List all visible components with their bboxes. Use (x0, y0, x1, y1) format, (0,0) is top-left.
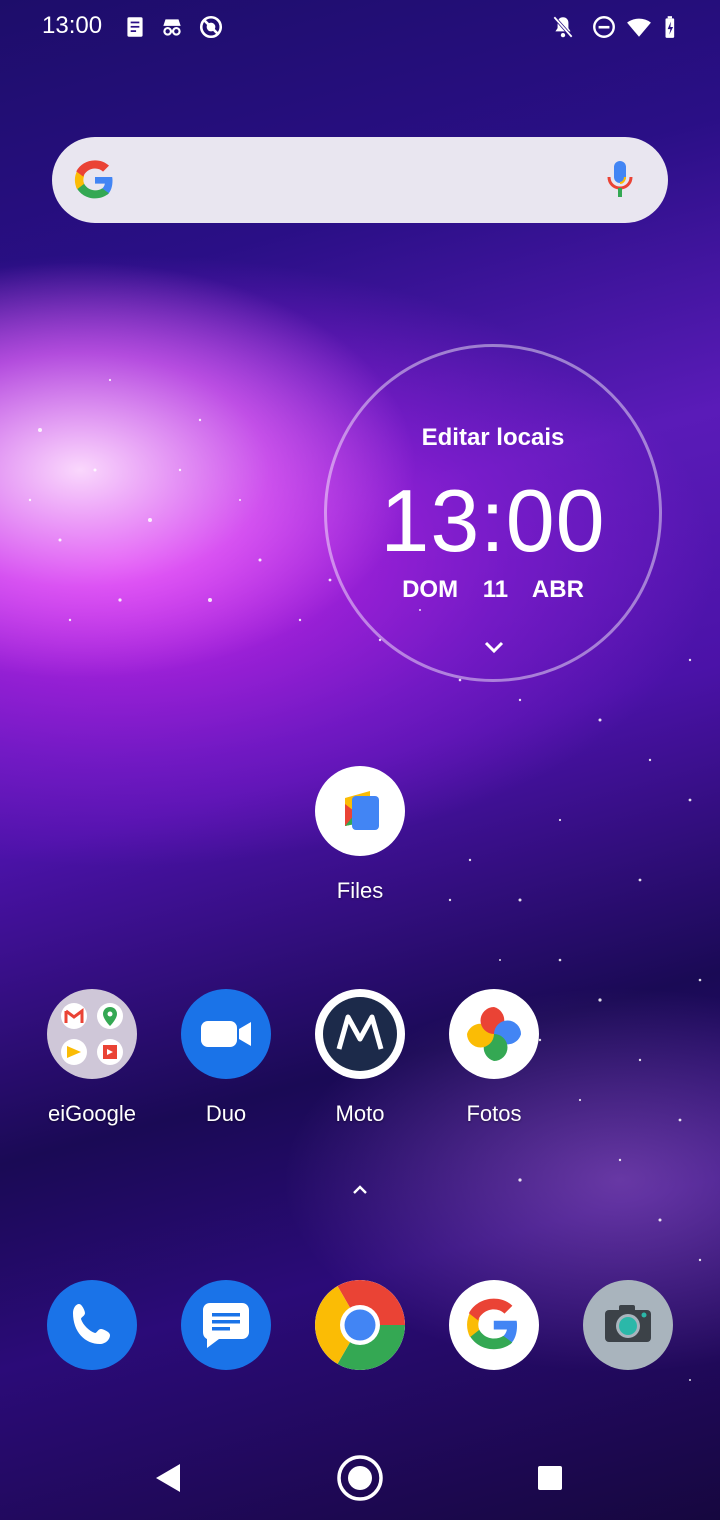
app-label: eiGoogle (47, 1101, 137, 1126)
app-folder-eigoogle[interactable]: eiGoogle (27, 989, 157, 1127)
incognito-icon (163, 19, 181, 36)
app-label: Files (336, 878, 384, 903)
phone-icon[interactable] (47, 1280, 137, 1370)
app-label: Duo (205, 1101, 247, 1126)
chevron-up-icon[interactable] (350, 1182, 370, 1196)
recents-icon[interactable] (537, 1465, 563, 1491)
app-label: Moto (335, 1101, 385, 1126)
no-location-icon (199, 15, 223, 39)
app-fotos[interactable]: Fotos (429, 989, 559, 1127)
status-bar: 13:00 (0, 0, 720, 56)
notepad-icon (127, 17, 143, 37)
folder-icon (47, 989, 137, 1079)
back-icon[interactable] (152, 1462, 182, 1494)
google-icon[interactable] (449, 1280, 539, 1370)
battery-charging-icon (665, 16, 675, 38)
motorola-icon (315, 989, 405, 1079)
app-label: Fotos (466, 1101, 522, 1126)
files-icon (315, 766, 405, 856)
photos-icon (449, 989, 539, 1079)
clock-date: DOM 11 ABR (402, 576, 584, 603)
notifications-off-icon (553, 16, 573, 38)
google-search-bar[interactable] (52, 137, 668, 223)
wifi-icon (627, 18, 651, 37)
clock-location[interactable]: Editar locais (324, 424, 662, 452)
clock-time: 13:00 (380, 471, 606, 570)
camera-icon[interactable] (583, 1280, 673, 1370)
messages-icon[interactable] (181, 1280, 271, 1370)
google-g-icon (74, 160, 113, 199)
home-icon[interactable] (336, 1454, 384, 1502)
status-time: 13:00 (42, 12, 103, 39)
chevron-down-icon[interactable] (484, 640, 504, 654)
duo-icon (181, 989, 271, 1079)
app-duo[interactable]: Duo (161, 989, 291, 1127)
do-not-disturb-icon (593, 16, 615, 38)
microphone-icon[interactable] (606, 159, 634, 201)
chrome-icon[interactable] (315, 1280, 405, 1370)
app-moto[interactable]: Moto (295, 989, 425, 1127)
app-files[interactable]: Files (295, 766, 425, 904)
